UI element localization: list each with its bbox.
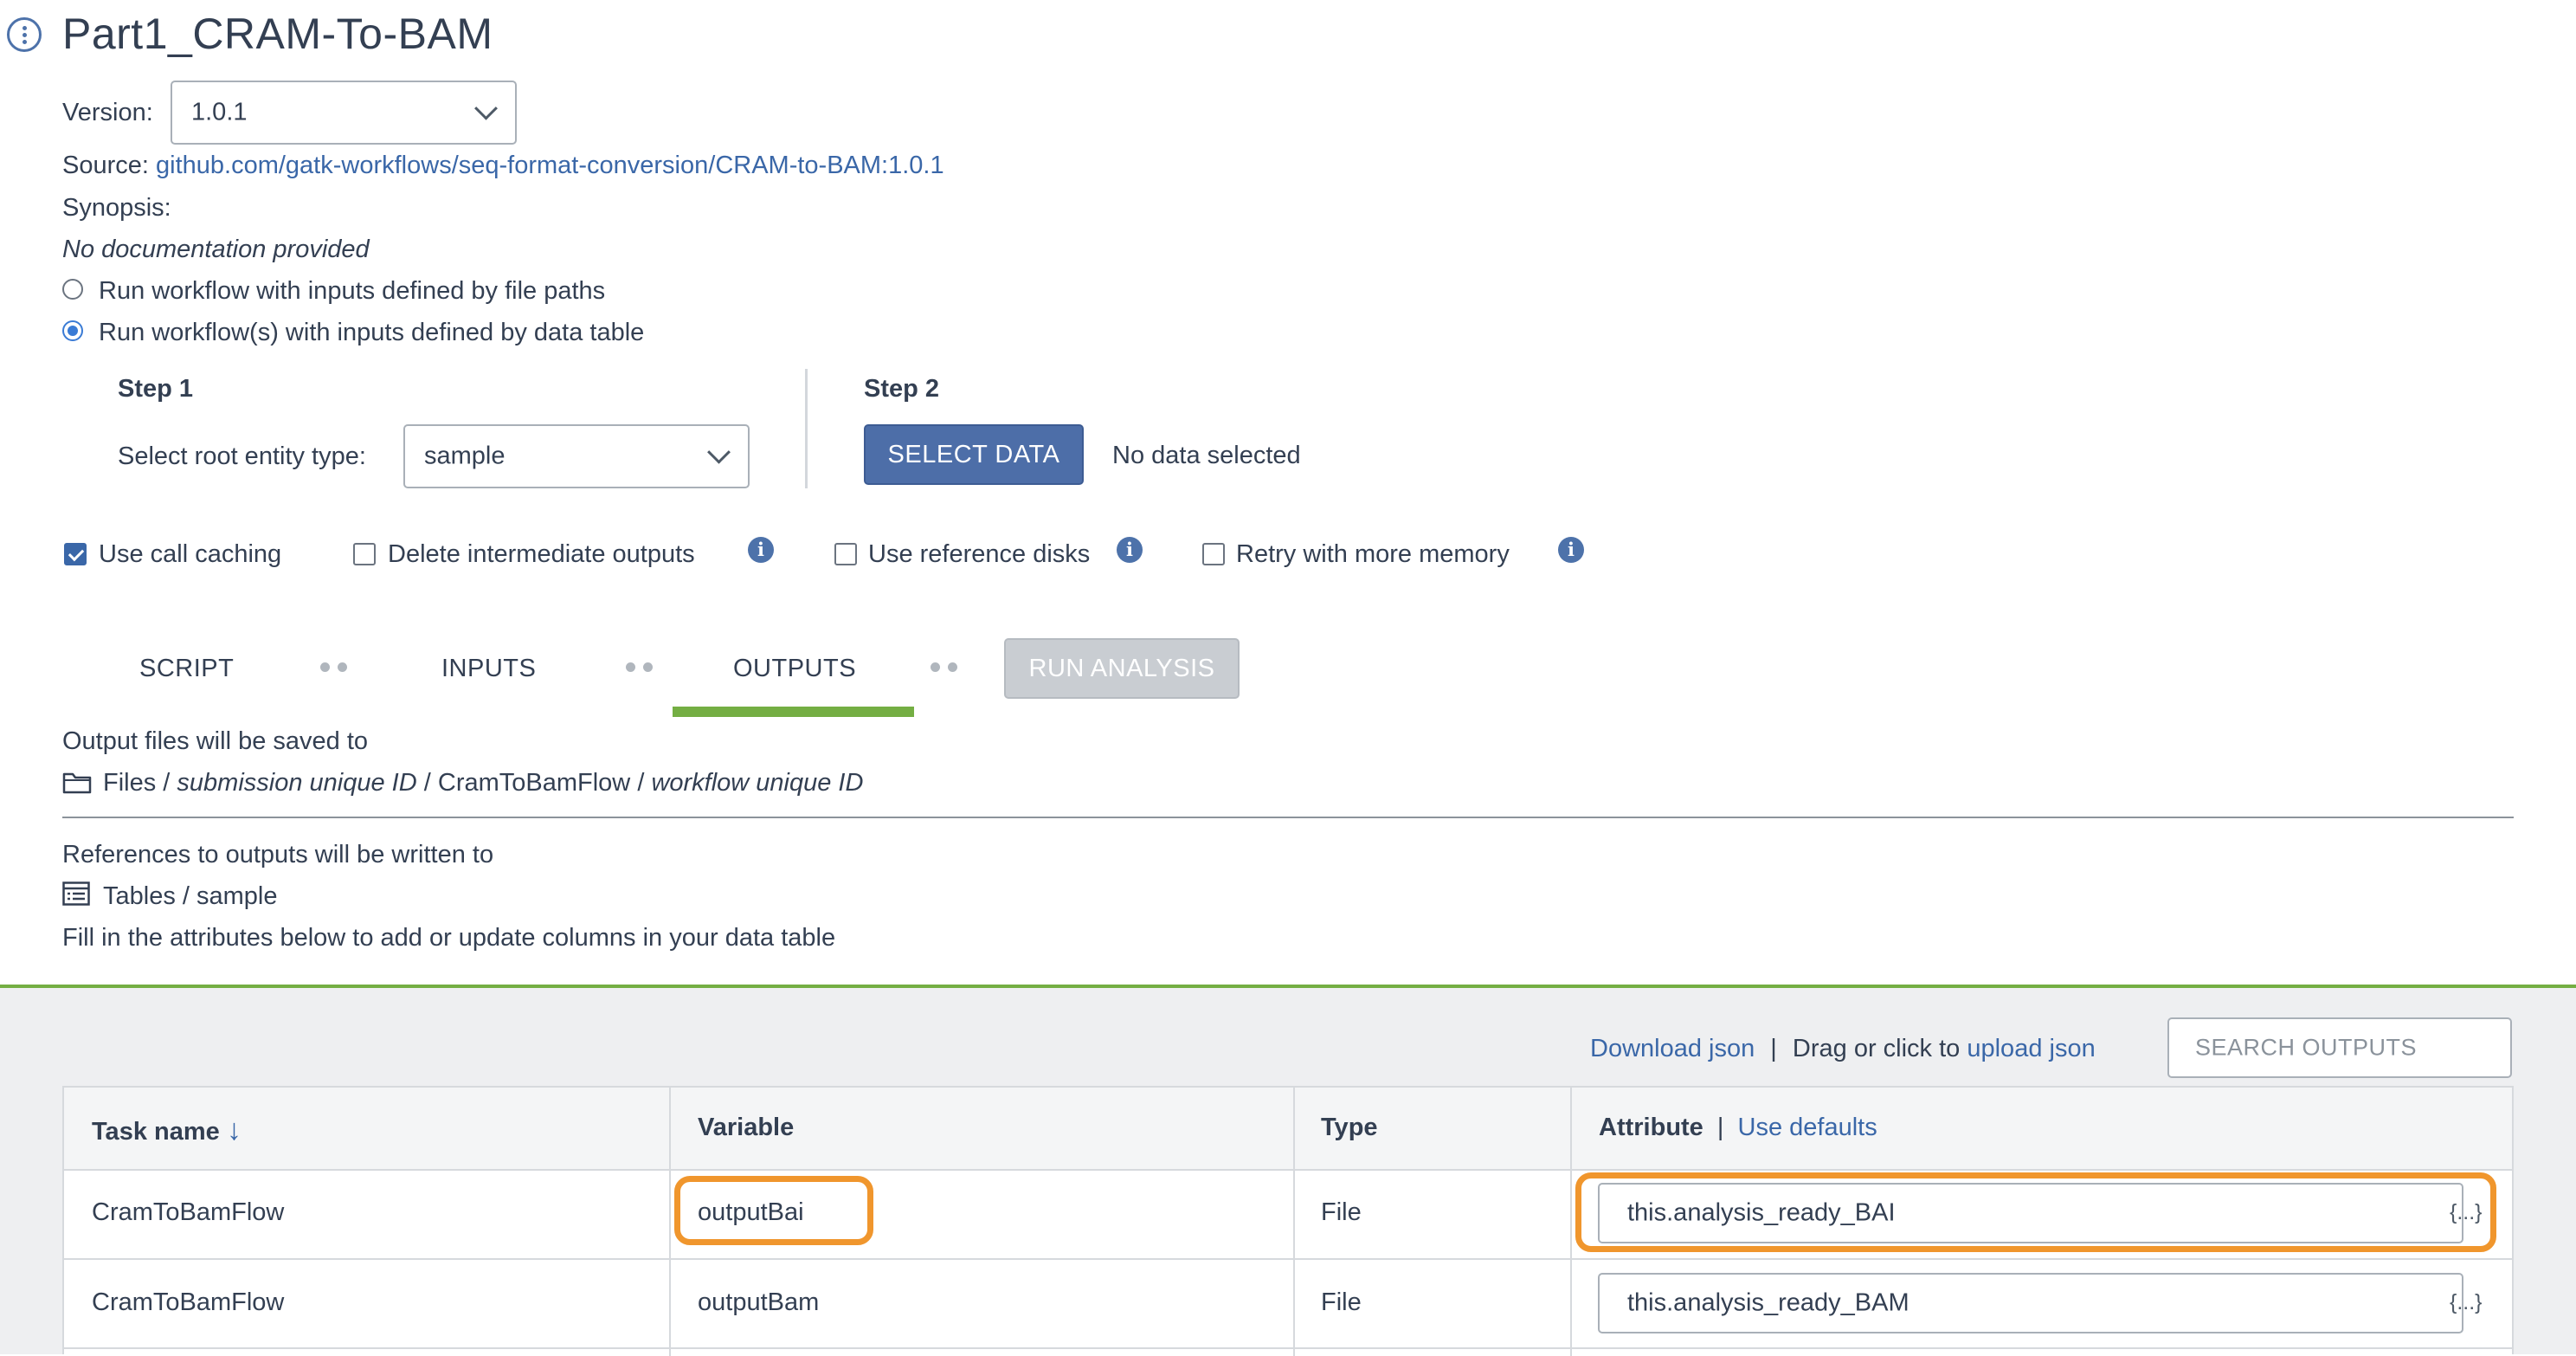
- page-title: Part1_CRAM-To-BAM: [62, 10, 493, 58]
- more-options-icon[interactable]: [7, 17, 42, 52]
- output-path-workflow: workflow unique ID: [651, 769, 864, 797]
- tab-script[interactable]: SCRIPT: [139, 655, 234, 683]
- output-path-files: Files: [103, 769, 157, 797]
- output-path-submission: submission unique ID: [177, 769, 417, 797]
- search-placeholder: SEARCH OUTPUTS: [2195, 1034, 2418, 1061]
- output-path-flow: CramToBamFlow: [437, 769, 631, 797]
- source-label: Source:: [62, 152, 149, 179]
- row-task-name: CramToBamFlow: [92, 1198, 285, 1226]
- step2-title: Step 2: [864, 375, 940, 403]
- run-analysis-button[interactable]: RUN ANALYSIS: [1004, 638, 1240, 699]
- version-select[interactable]: 1.0.1: [171, 81, 517, 145]
- column-divider: [1293, 1088, 1295, 1356]
- variable-highlight: [674, 1176, 873, 1245]
- call-caching-label[interactable]: Use call caching: [99, 540, 281, 569]
- tab-outputs[interactable]: OUTPUTS: [733, 655, 856, 683]
- data-selection-status: No data selected: [1112, 442, 1301, 469]
- workflow-page: Part1_CRAM-To-BAM Version: 1.0.1 Source:…: [0, 0, 2576, 1356]
- row-type: File: [1321, 1288, 1362, 1316]
- toolbar-divider: |: [1770, 1035, 1777, 1062]
- source-line: Source: github.com/gatk-workflows/seq-fo…: [62, 152, 944, 180]
- root-entity-label: Select root entity type:: [118, 442, 366, 470]
- section-divider: [62, 817, 2514, 818]
- step1-title: Step 1: [118, 375, 194, 403]
- tab-separator-dots: [320, 662, 355, 673]
- run-file-paths-label[interactable]: Run workflow with inputs defined by file…: [99, 277, 605, 306]
- row-variable: outputBam: [698, 1288, 820, 1316]
- select-data-button[interactable]: SELECT DATA: [864, 424, 1084, 485]
- active-tab-indicator: [673, 707, 914, 717]
- retry-memory-label[interactable]: Retry with more memory: [1236, 540, 1510, 569]
- run-data-table-label[interactable]: Run workflow(s) with inputs defined by d…: [99, 319, 644, 347]
- tab-separator-dots: [626, 662, 660, 673]
- references-intro: References to outputs will be written to: [62, 841, 494, 868]
- tab-separator-dots: [931, 662, 965, 673]
- call-caching-checkbox[interactable]: [64, 543, 87, 565]
- header-attribute-label: Attribute: [1599, 1114, 1703, 1141]
- row-divider: [64, 1258, 2512, 1260]
- row-divider: [64, 1347, 2512, 1349]
- sort-arrow-icon[interactable]: ↓: [227, 1114, 242, 1146]
- step-divider: [805, 369, 808, 488]
- attribute-highlight: [1575, 1172, 2496, 1252]
- reference-disks-label[interactable]: Use reference disks: [868, 540, 1090, 569]
- synopsis-text: No documentation provided: [62, 236, 370, 263]
- chevron-down-icon: [707, 440, 731, 464]
- row-task-name: CramToBamFlow: [92, 1288, 285, 1316]
- expression-braces-icon[interactable]: {...}: [2450, 1290, 2483, 1315]
- header-variable: Variable: [698, 1114, 795, 1141]
- header-type: Type: [1321, 1114, 1378, 1141]
- root-entity-select[interactable]: sample: [403, 424, 750, 488]
- chevron-down-icon: [474, 96, 498, 120]
- use-defaults-link[interactable]: Use defaults: [1738, 1114, 1877, 1141]
- table-list-icon: [62, 881, 90, 906]
- references-tables: Tables / sample: [103, 882, 278, 910]
- root-entity-value: sample: [424, 442, 506, 470]
- run-file-paths-radio[interactable]: [62, 279, 83, 300]
- path-separator: /: [163, 769, 171, 797]
- output-location-intro: Output files will be saved to: [62, 727, 369, 755]
- source-link[interactable]: github.com/gatk-workflows/seq-format-con…: [156, 152, 944, 179]
- outputs-toolbar: Download json | Drag or click to upload …: [1590, 1035, 2096, 1063]
- folder-icon: [62, 772, 92, 794]
- path-separator: /: [423, 769, 431, 797]
- tab-inputs[interactable]: INPUTS: [441, 655, 536, 683]
- run-data-table-radio[interactable]: [62, 320, 83, 341]
- info-icon[interactable]: i: [1558, 537, 1584, 563]
- column-divider: [669, 1088, 671, 1356]
- output-path: Files / submission unique ID / CramToBam…: [103, 769, 863, 797]
- version-label: Version:: [62, 99, 153, 126]
- version-value: 1.0.1: [191, 98, 248, 126]
- header-divider: |: [1716, 1114, 1724, 1141]
- delete-intermediate-checkbox[interactable]: [353, 543, 376, 565]
- header-task-label: Task name: [92, 1118, 220, 1146]
- retry-memory-checkbox[interactable]: [1202, 543, 1225, 565]
- path-separator: /: [637, 769, 645, 797]
- upload-json-link[interactable]: upload json: [1967, 1035, 2095, 1062]
- row-type: File: [1321, 1198, 1362, 1226]
- attribute-value: this.analysis_ready_BAM: [1627, 1288, 1909, 1317]
- table-header: [64, 1088, 2512, 1171]
- drag-text: Drag or click to: [1792, 1035, 1961, 1062]
- references-hint: Fill in the attributes below to add or u…: [62, 924, 836, 952]
- header-task-name[interactable]: Task name ↓: [92, 1114, 242, 1147]
- workflow-config-panel: Part1_CRAM-To-BAM Version: 1.0.1 Source:…: [0, 0, 2576, 987]
- download-json-link[interactable]: Download json: [1590, 1035, 1755, 1062]
- info-icon[interactable]: i: [1117, 537, 1143, 563]
- header-attribute: Attribute | Use defaults: [1599, 1114, 1877, 1142]
- attribute-input[interactable]: this.analysis_ready_BAM: [1598, 1273, 2463, 1333]
- column-divider: [1570, 1088, 1572, 1356]
- search-outputs-input[interactable]: SEARCH OUTPUTS: [2167, 1017, 2512, 1078]
- delete-intermediate-label[interactable]: Delete intermediate outputs: [388, 540, 695, 569]
- reference-disks-checkbox[interactable]: [834, 543, 857, 565]
- synopsis-label: Synopsis:: [62, 194, 171, 222]
- info-icon[interactable]: i: [748, 537, 774, 563]
